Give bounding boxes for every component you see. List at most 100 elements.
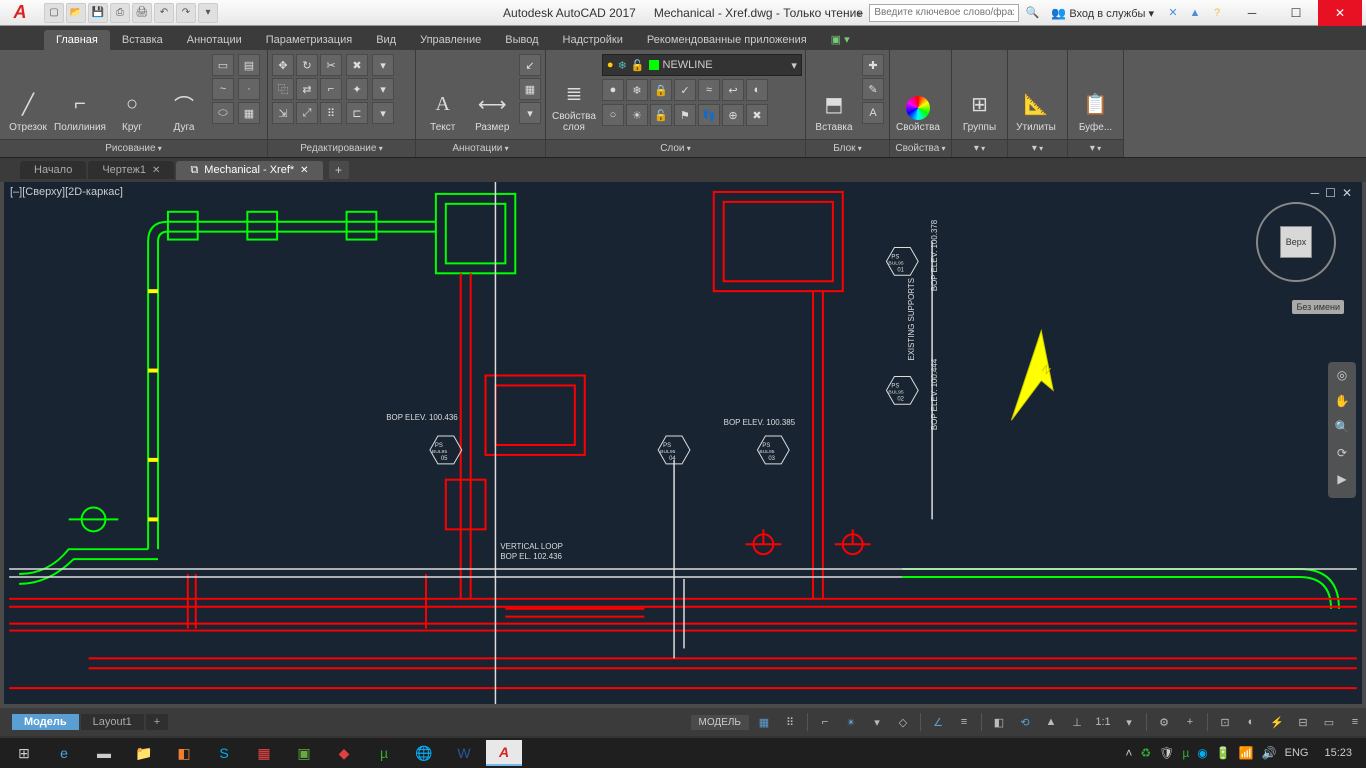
qat-plot-icon[interactable]: 🖨: [132, 3, 152, 23]
qat-dropdown-icon[interactable]: ▾: [198, 3, 218, 23]
polyline-button[interactable]: ⌐Полилиния: [56, 54, 104, 135]
tray-battery-icon[interactable]: 🔋: [1216, 746, 1231, 760]
otrack-icon[interactable]: ∠: [927, 711, 949, 733]
panel-draw-title[interactable]: Рисование: [0, 139, 267, 157]
tray-app1-icon[interactable]: ♻: [1140, 746, 1151, 760]
tab-addins[interactable]: Надстройки: [551, 30, 635, 50]
customize-icon[interactable]: ≡: [1344, 711, 1366, 733]
circle-button[interactable]: ○Круг: [108, 54, 156, 135]
minimize-button[interactable]: ─: [1230, 0, 1274, 26]
tray-utorrent-icon[interactable]: µ: [1182, 746, 1189, 760]
tray-network-icon[interactable]: 📶: [1239, 746, 1254, 760]
pan-icon[interactable]: ✋: [1332, 394, 1352, 414]
qat-undo-icon[interactable]: ↶: [154, 3, 174, 23]
modify-extra2-icon[interactable]: ▾: [372, 78, 394, 100]
draw-spline-icon[interactable]: ~: [212, 78, 234, 100]
layer-prev-icon[interactable]: ↩: [722, 79, 744, 101]
draw-rect-icon[interactable]: ▭: [212, 54, 234, 76]
annot-extra-icon[interactable]: ▾: [519, 102, 541, 124]
3dosnap-icon[interactable]: ▲: [1040, 711, 1062, 733]
layer-state-icon[interactable]: ⚑: [674, 104, 696, 126]
draw-hatch-icon[interactable]: ▤: [238, 54, 260, 76]
taskbar-utorrent-icon[interactable]: µ: [366, 740, 402, 766]
fillet-icon[interactable]: ⌐: [320, 78, 342, 100]
viewcube[interactable]: Верх: [1256, 202, 1336, 282]
taskbar-app3-icon[interactable]: ▣: [286, 740, 322, 766]
tab-home[interactable]: Главная: [44, 30, 110, 50]
drawing-area[interactable]: [–][Сверху][2D-каркас] ─ ☐ ✕: [0, 182, 1366, 708]
taskbar-autocad-icon[interactable]: A: [486, 740, 522, 766]
viewcube-top-face[interactable]: Верх: [1280, 226, 1312, 258]
taskbar-word-icon[interactable]: W: [446, 740, 482, 766]
tab-parametric[interactable]: Параметризация: [254, 30, 364, 50]
isolate-icon[interactable]: ⊟: [1292, 711, 1314, 733]
new-tab-button[interactable]: +: [329, 161, 349, 179]
block-edit-icon[interactable]: ✎: [862, 78, 884, 100]
taskbar-app4-icon[interactable]: ◆: [326, 740, 362, 766]
modify-extra3-icon[interactable]: ▾: [372, 102, 394, 124]
qat-new-icon[interactable]: ▢: [44, 3, 64, 23]
tab-express-icon[interactable]: ▣ ▾: [819, 29, 862, 50]
trim-icon[interactable]: ✂: [320, 54, 342, 76]
layer-freeze-icon[interactable]: ❄: [626, 79, 648, 101]
isodraft-icon[interactable]: ▾: [866, 711, 888, 733]
tray-clock[interactable]: 15:23: [1316, 747, 1360, 759]
close-icon[interactable]: ✕: [152, 165, 160, 176]
layer-match-icon[interactable]: ≈: [698, 79, 720, 101]
layer-iso-icon[interactable]: ◐: [746, 79, 768, 101]
properties-button[interactable]: Свойства: [894, 54, 942, 135]
units-icon[interactable]: ⊡: [1214, 711, 1236, 733]
layer-merge-icon[interactable]: ⊕: [722, 104, 744, 126]
taskbar-chrome-icon[interactable]: 🌐: [406, 740, 442, 766]
taskbar-app1-icon[interactable]: ◧: [166, 740, 202, 766]
paste-button[interactable]: 📋Буфе...: [1072, 54, 1119, 135]
rotate-icon[interactable]: ↻: [296, 54, 318, 76]
arc-button[interactable]: ⌒Дуга: [160, 54, 208, 135]
help-icon[interactable]: ?: [1208, 4, 1226, 22]
qat-open-icon[interactable]: 📂: [66, 3, 86, 23]
layer-make-current-icon[interactable]: ✓: [674, 79, 696, 101]
annoscale-dropdown-icon[interactable]: ▾: [1118, 711, 1140, 733]
block-insert-button[interactable]: ⬒Вставка: [810, 54, 858, 135]
explode-icon[interactable]: ✦: [346, 78, 368, 100]
taskbar-skype-icon[interactable]: S: [206, 740, 242, 766]
layer-on-icon[interactable]: ○: [602, 104, 624, 126]
showmotion-icon[interactable]: ▶: [1332, 472, 1352, 492]
vp-minimize-icon[interactable]: ─: [1311, 186, 1320, 200]
sign-in-button[interactable]: 👥 Вход в службы ▾: [1045, 6, 1160, 20]
osnap-icon[interactable]: ◇: [892, 711, 914, 733]
orbit-icon[interactable]: ⟳: [1332, 446, 1352, 466]
tray-app2-icon[interactable]: ◉: [1197, 746, 1207, 760]
block-create-icon[interactable]: ✚: [862, 54, 884, 76]
ortho-icon[interactable]: ⌐: [814, 711, 836, 733]
infocenter-search[interactable]: [869, 4, 1019, 22]
tab-manage[interactable]: Управление: [408, 30, 493, 50]
workspace-icon[interactable]: ⚙: [1153, 711, 1175, 733]
tray-up-icon[interactable]: ˄: [1125, 746, 1132, 760]
snap-icon[interactable]: ⠿: [779, 711, 801, 733]
erase-icon[interactable]: ✖: [346, 54, 368, 76]
layer-properties-button[interactable]: ≣Свойства слоя: [550, 54, 598, 135]
panel-groups-title[interactable]: ▾: [952, 139, 1007, 157]
draw-ellipse-icon[interactable]: ⬭: [212, 102, 234, 124]
dimension-button[interactable]: ⟷Размер: [470, 54, 516, 135]
add-layout-button[interactable]: +: [146, 714, 168, 730]
qat-save-icon[interactable]: 💾: [88, 3, 108, 23]
tab-featured[interactable]: Рекомендованные приложения: [635, 30, 819, 50]
move-icon[interactable]: ✥: [272, 54, 294, 76]
model-canvas[interactable]: N BOP ELEV. 100.436 PSBUL9505 VERTICAL L…: [4, 182, 1362, 704]
vp-maximize-icon[interactable]: ☐: [1325, 186, 1336, 200]
annotation-monitor-icon[interactable]: +: [1179, 711, 1201, 733]
doc-tab-start[interactable]: Начало: [20, 161, 86, 179]
visual-style-label[interactable]: Без имени: [1292, 300, 1344, 314]
panel-modify-title[interactable]: Редактирование: [268, 139, 415, 157]
tab-insert[interactable]: Вставка: [110, 30, 175, 50]
copy-icon[interactable]: ⿻: [272, 78, 294, 100]
doc-tab-drawing1[interactable]: Чертеж1✕: [88, 161, 174, 179]
maximize-button[interactable]: ☐: [1274, 0, 1318, 26]
panel-layers-title[interactable]: Слои: [546, 139, 805, 157]
offset-icon[interactable]: ⊏: [346, 102, 368, 124]
close-icon[interactable]: ✕: [300, 165, 308, 176]
tray-volume-icon[interactable]: 🔊: [1262, 746, 1277, 760]
dynamic-ucs-icon[interactable]: ⊥: [1066, 711, 1088, 733]
